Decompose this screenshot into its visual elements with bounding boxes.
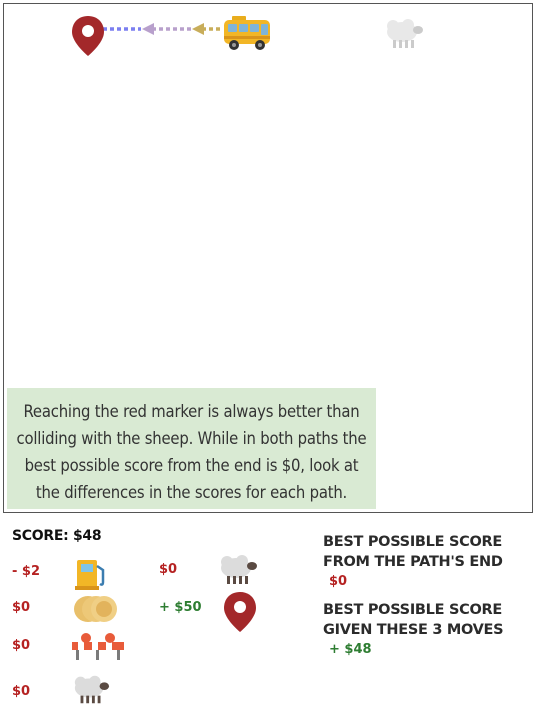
best-given-moves-label-2: GIVEN THESE 3 MOVES [323, 622, 504, 638]
best-from-end-label-2: FROM THE PATH'S END [323, 554, 503, 570]
coins-cost: $0 [12, 600, 31, 615]
fuel-pump-icon [75, 560, 105, 590]
marker-reward: + $50 [159, 600, 202, 615]
red-marker-icon [72, 16, 104, 56]
coins-icon [74, 596, 117, 622]
sheep-small-cost: $0 [12, 684, 31, 699]
best-given-moves-label-1: BEST POSSIBLE SCORE [323, 602, 502, 618]
best-given-moves-value: + $48 [329, 642, 372, 657]
path-arrow-gold [192, 23, 204, 35]
sheep-icon-legend [221, 555, 257, 584]
fuel-cost: - $2 [12, 564, 41, 579]
best-from-end-label-1: BEST POSSIBLE SCORE [323, 534, 502, 550]
bus-icon [224, 16, 270, 50]
sheep-cost: $0 [159, 562, 178, 577]
roadblock-icon [72, 633, 124, 660]
red-marker-icon-legend [224, 592, 256, 632]
hint-box: Reaching the red marker is always better… [7, 388, 376, 509]
path-arrow-purple [142, 23, 154, 35]
score-panel: SCORE: $48 - $2 $0 $0 $0 $0 + $50 BEST P… [0, 514, 538, 720]
score-label: SCORE: $48 [12, 528, 102, 544]
roadblock-cost: $0 [12, 638, 31, 653]
sheep-icon [387, 19, 423, 48]
best-from-end-value: $0 [329, 574, 348, 589]
sheep-small-icon [74, 675, 110, 704]
